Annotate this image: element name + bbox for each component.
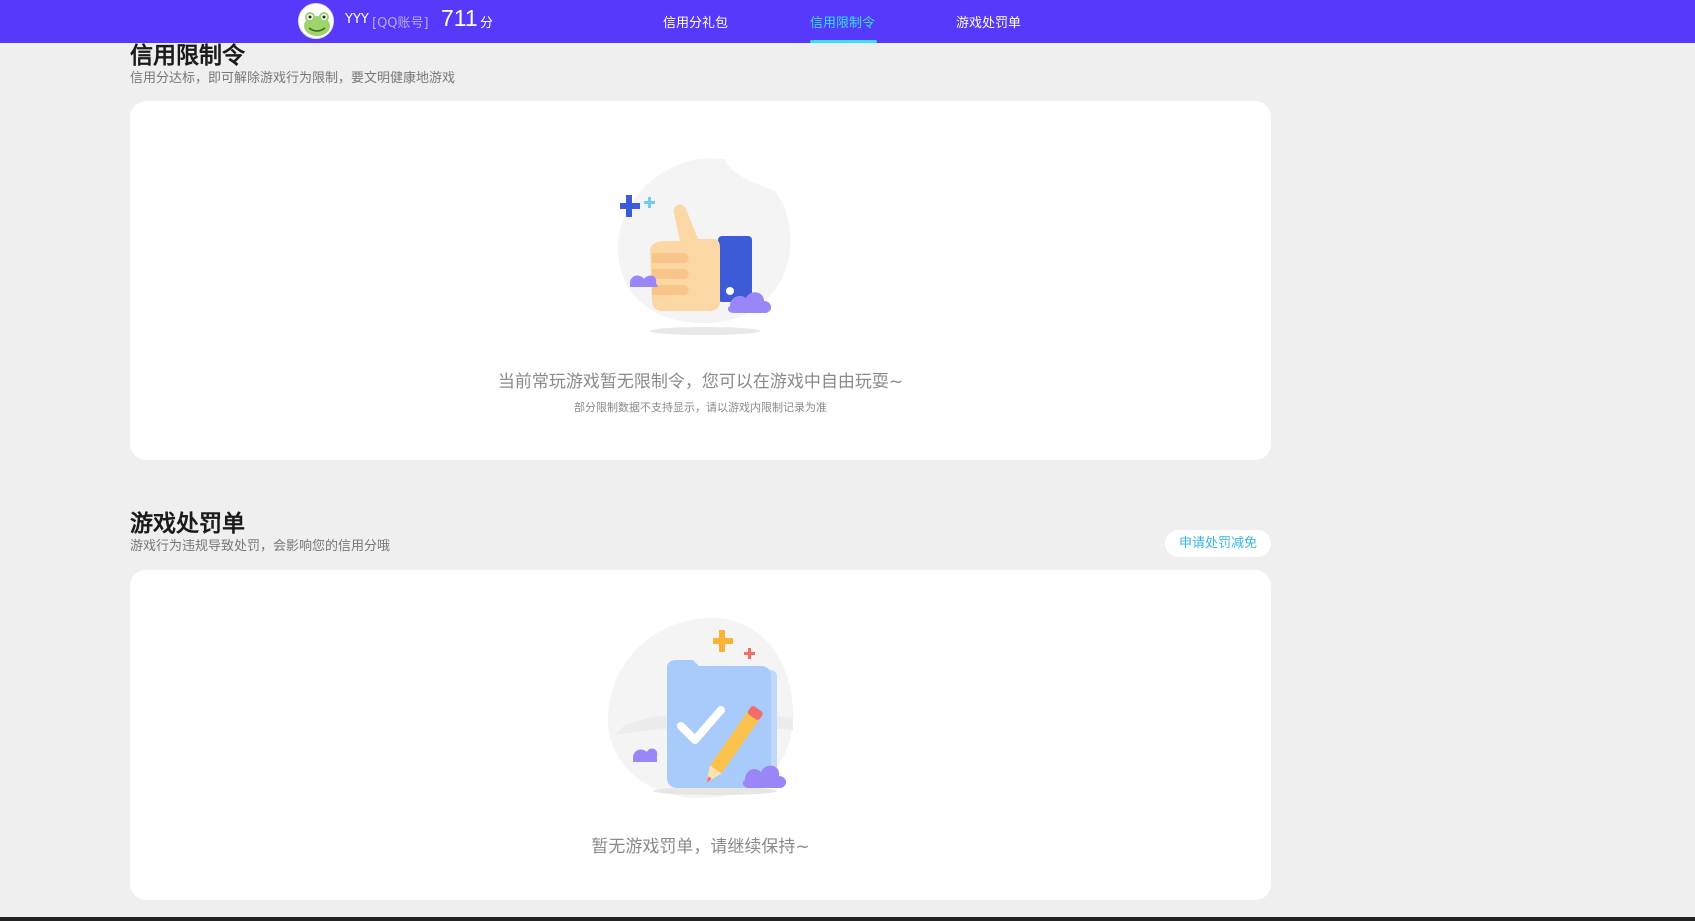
penalty-empty-message: 暂无游戏罚单，请继续保持~ <box>591 837 810 857</box>
restriction-empty-message: 当前常玩游戏暂无限制令，您可以在游戏中自由玩耍~ <box>497 372 904 392</box>
user-avatar[interactable] <box>298 3 334 39</box>
restriction-data-note: 部分限制数据不支持显示，请以游戏内限制记录为准 <box>574 401 827 414</box>
thumbs-up-icon <box>617 152 791 335</box>
penalty-section-subtitle: 游戏行为违规导致处罚，会影响您的信用分哦 <box>130 539 391 554</box>
penalty-section-title: 游戏处罚单 <box>130 511 245 537</box>
tab-credit-restriction[interactable]: 信用限制令 <box>810 12 875 31</box>
user-name: YYY <box>345 12 369 27</box>
tab-credit-gift[interactable]: 信用分礼包 <box>663 12 728 31</box>
apply-penalty-reduction-button[interactable]: 申请处罚减免 <box>1165 530 1271 557</box>
top-navigation-bar: YYY [QQ账号] 711 分 信用分礼包 信用限制令 游戏处罚单 <box>0 0 1695 43</box>
tab-game-penalty[interactable]: 游戏处罚单 <box>956 12 1021 31</box>
document-check-icon <box>608 617 793 799</box>
credit-score-value: 711 <box>441 5 478 31</box>
frog-avatar-icon <box>304 12 330 36</box>
penalty-card: 暂无游戏罚单，请继续保持~ <box>130 570 1271 900</box>
credit-score-unit: 分 <box>480 16 494 31</box>
restriction-section-subtitle: 信用分达标，即可解除游戏行为限制，要文明健康地游戏 <box>130 71 456 86</box>
restriction-card: 当前常玩游戏暂无限制令，您可以在游戏中自由玩耍~ 部分限制数据不支持显示，请以游… <box>130 101 1271 460</box>
active-tab-indicator <box>810 40 877 43</box>
account-type-label: [QQ账号] <box>372 16 429 31</box>
window-bottom-border <box>0 917 1695 921</box>
